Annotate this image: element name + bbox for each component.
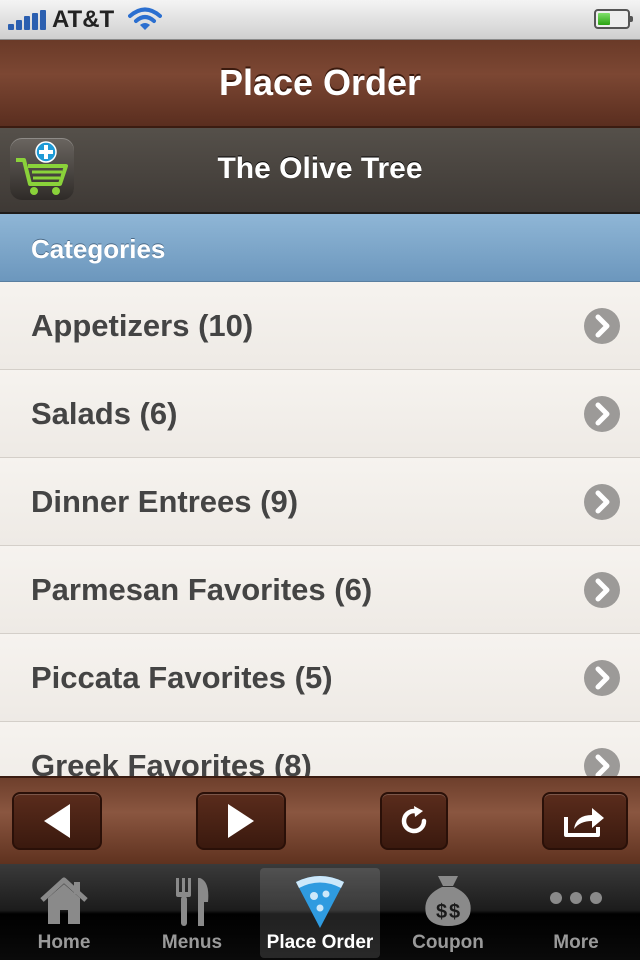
tab-menus-label: Menus: [161, 932, 223, 953]
share-button[interactable]: [542, 792, 628, 850]
svg-text:$: $: [436, 901, 447, 923]
tab-place-order[interactable]: Place Order: [260, 868, 380, 958]
list-item[interactable]: Appetizers (10): [0, 282, 640, 370]
share-icon: [564, 808, 604, 837]
tab-coupon[interactable]: $ $ Coupon: [388, 868, 508, 958]
signal-strength-icon: [8, 10, 48, 30]
list-item[interactable]: Parmesan Favorites (6): [0, 546, 640, 634]
wifi-icon: [128, 7, 162, 30]
list-item[interactable]: Salads (6): [0, 370, 640, 458]
arrow-left-icon: [44, 804, 70, 838]
restaurant-name: The Olive Tree: [217, 152, 423, 185]
chevron-right-icon: [584, 572, 620, 608]
restaurant-bar: The Olive Tree: [0, 128, 640, 214]
pizza-slice-icon: [296, 876, 344, 928]
svg-text:$: $: [449, 901, 460, 923]
status-bar: AT&T: [0, 0, 640, 40]
chevron-right-icon: [584, 396, 620, 432]
page-title: Place Order: [218, 62, 422, 103]
list-item-label: Parmesan Favorites (6): [31, 572, 373, 607]
tab-more[interactable]: More: [516, 868, 636, 958]
list-item-label: Dinner Entrees (9): [31, 484, 299, 519]
tab-home-label: Home: [37, 932, 91, 953]
tab-coupon-label: Coupon: [412, 932, 484, 953]
tab-place-order-label: Place Order: [266, 932, 374, 953]
category-list[interactable]: Appetizers (10) Salads (6) Dinner Entree…: [0, 282, 640, 776]
carrier-name: AT&T: [52, 6, 115, 33]
refresh-button[interactable]: [380, 792, 448, 850]
forward-button[interactable]: [196, 792, 286, 850]
chevron-right-icon: [584, 748, 620, 776]
battery-icon: [594, 9, 633, 29]
list-item-label: Salads (6): [31, 396, 178, 431]
money-bag-icon: $ $: [425, 876, 471, 926]
categories-header-label: Categories: [31, 234, 166, 264]
browser-toolbar: [0, 776, 640, 864]
list-item-label: Greek Favorites (8): [31, 748, 312, 776]
nav-bar: Place Order: [0, 40, 640, 128]
list-item-label: Piccata Favorites (5): [31, 660, 333, 695]
categories-header: Categories: [0, 214, 640, 282]
tab-menus[interactable]: Menus: [132, 868, 252, 958]
refresh-icon: [401, 806, 427, 834]
tab-home[interactable]: Home: [4, 868, 124, 958]
arrow-right-icon: [228, 804, 254, 838]
more-dots-icon: [550, 892, 602, 904]
back-button[interactable]: [12, 792, 102, 850]
fork-knife-icon: [176, 878, 209, 926]
tab-bar: Home Menus Place Order $ $ Coupon More: [0, 864, 640, 960]
list-item[interactable]: Greek Favorites (8): [0, 722, 640, 776]
list-item-label: Appetizers (10): [31, 308, 254, 343]
chevron-right-icon: [584, 660, 620, 696]
chevron-right-icon: [584, 308, 620, 344]
chevron-right-icon: [584, 484, 620, 520]
list-item[interactable]: Dinner Entrees (9): [0, 458, 640, 546]
tab-more-label: More: [553, 932, 599, 953]
list-item[interactable]: Piccata Favorites (5): [0, 634, 640, 722]
home-icon: [40, 877, 88, 924]
